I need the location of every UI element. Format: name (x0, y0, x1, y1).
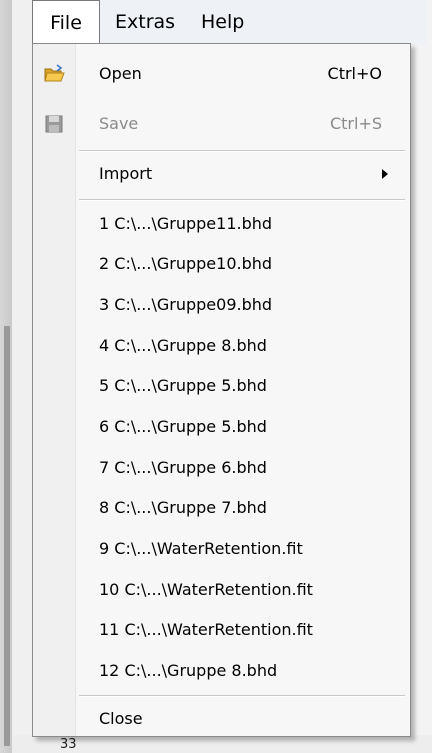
recent-file-item[interactable]: 12 C:\...\Gruppe 8.bhd (33, 651, 410, 691)
recent-file-item[interactable]: 11 C:\...\WaterRetention.fit (33, 610, 410, 650)
separator (79, 150, 405, 152)
menu-item-open-shortcut: Ctrl+O (327, 64, 382, 83)
recent-file-label: 10 C:\...\WaterRetention.fit (99, 580, 313, 599)
menu-bar: File Extras Help (32, 0, 427, 45)
recent-file-item[interactable]: 6 C:\...\Gruppe 5.bhd (33, 407, 410, 447)
menu-item-import[interactable]: Import (33, 154, 410, 194)
recent-file-item[interactable]: 10 C:\...\WaterRetention.fit (33, 570, 410, 610)
menu-item-save[interactable]: Save Ctrl+S (33, 104, 410, 144)
background-row-number: 33 (60, 737, 77, 752)
recent-file-item[interactable]: 4 C:\...\Gruppe 8.bhd (33, 326, 410, 366)
file-dropdown-menu: Open Ctrl+O Save Ctrl+S Import 1 C:\...\… (32, 43, 411, 737)
menu-help[interactable]: Help (201, 0, 244, 44)
submenu-arrow-icon (382, 169, 388, 179)
recent-file-item[interactable]: 7 C:\...\Gruppe 6.bhd (33, 448, 410, 488)
menu-help-label: Help (201, 11, 245, 33)
menu-extras[interactable]: Extras (115, 0, 175, 44)
recent-file-label: 8 C:\...\Gruppe 7.bhd (99, 498, 267, 517)
recent-file-item[interactable]: 3 C:\...\Gruppe09.bhd (33, 285, 410, 325)
menu-file[interactable]: File (32, 0, 100, 45)
recent-file-label: 6 C:\...\Gruppe 5.bhd (99, 417, 267, 436)
recent-file-label: 4 C:\...\Gruppe 8.bhd (99, 336, 267, 355)
separator (79, 199, 405, 201)
open-folder-icon (43, 63, 65, 85)
recent-file-item[interactable]: 2 C:\...\Gruppe10.bhd (33, 244, 410, 284)
recent-file-label: 3 C:\...\Gruppe09.bhd (99, 295, 273, 314)
menu-item-save-shortcut: Ctrl+S (329, 114, 382, 133)
background-window-area (412, 0, 432, 753)
menu-item-close[interactable]: Close (33, 699, 410, 739)
recent-file-item[interactable]: 1 C:\...\Gruppe11.bhd (33, 204, 410, 244)
recent-file-item[interactable]: 9 C:\...\WaterRetention.fit (33, 529, 410, 569)
recent-file-label: 5 C:\...\Gruppe 5.bhd (99, 376, 267, 395)
menu-extras-label: Extras (115, 11, 176, 33)
background-window-edge (0, 0, 12, 753)
recent-file-label: 12 C:\...\Gruppe 8.bhd (99, 661, 278, 680)
menu-item-open-label: Open (99, 64, 142, 83)
menu-item-import-label: Import (99, 164, 153, 183)
menu-item-close-label: Close (99, 709, 143, 728)
recent-file-label: 9 C:\...\WaterRetention.fit (99, 539, 303, 558)
recent-file-label: 7 C:\...\Gruppe 6.bhd (99, 458, 267, 477)
recent-file-item[interactable]: 5 C:\...\Gruppe 5.bhd (33, 366, 410, 406)
recent-file-label: 11 C:\...\WaterRetention.fit (99, 620, 313, 639)
separator (79, 695, 405, 697)
menu-item-save-label: Save (99, 114, 139, 133)
menu-file-label: File (50, 12, 82, 34)
recent-file-label: 2 C:\...\Gruppe10.bhd (99, 254, 273, 273)
save-disk-icon (43, 113, 65, 135)
recent-file-item[interactable]: 8 C:\...\Gruppe 7.bhd (33, 488, 410, 528)
menu-item-open[interactable]: Open Ctrl+O (33, 54, 410, 94)
recent-file-label: 1 C:\...\Gruppe11.bhd (99, 214, 273, 233)
